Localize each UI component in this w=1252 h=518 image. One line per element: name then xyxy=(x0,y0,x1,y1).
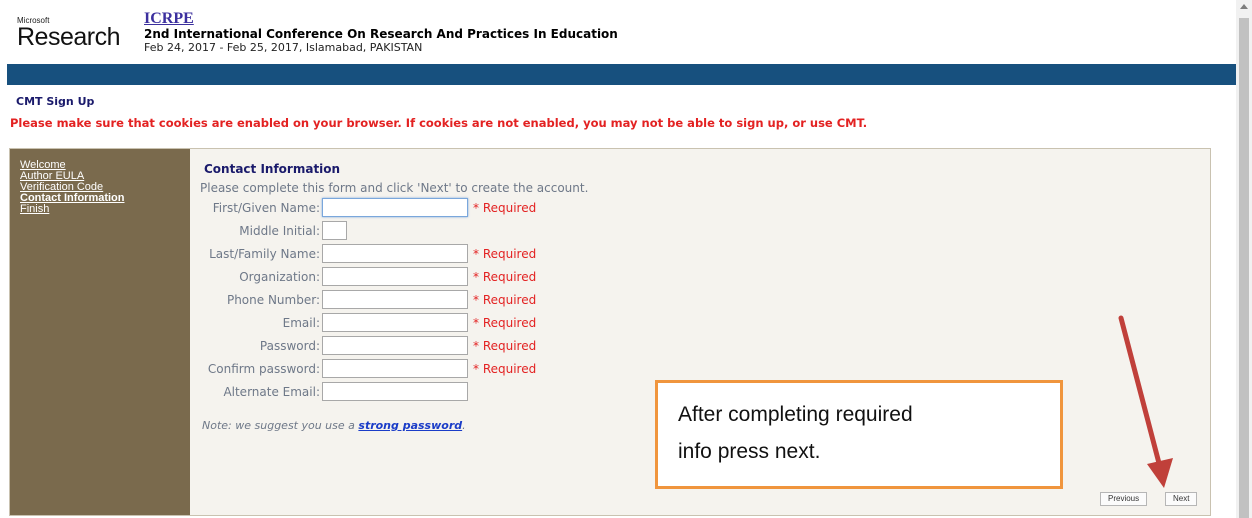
scrollbar-thumb[interactable] xyxy=(1239,18,1249,518)
annotation-arrow-icon xyxy=(1118,315,1173,488)
scroll-up-arrow-icon[interactable] xyxy=(1240,4,1248,9)
vertical-scrollbar[interactable] xyxy=(1236,0,1252,518)
